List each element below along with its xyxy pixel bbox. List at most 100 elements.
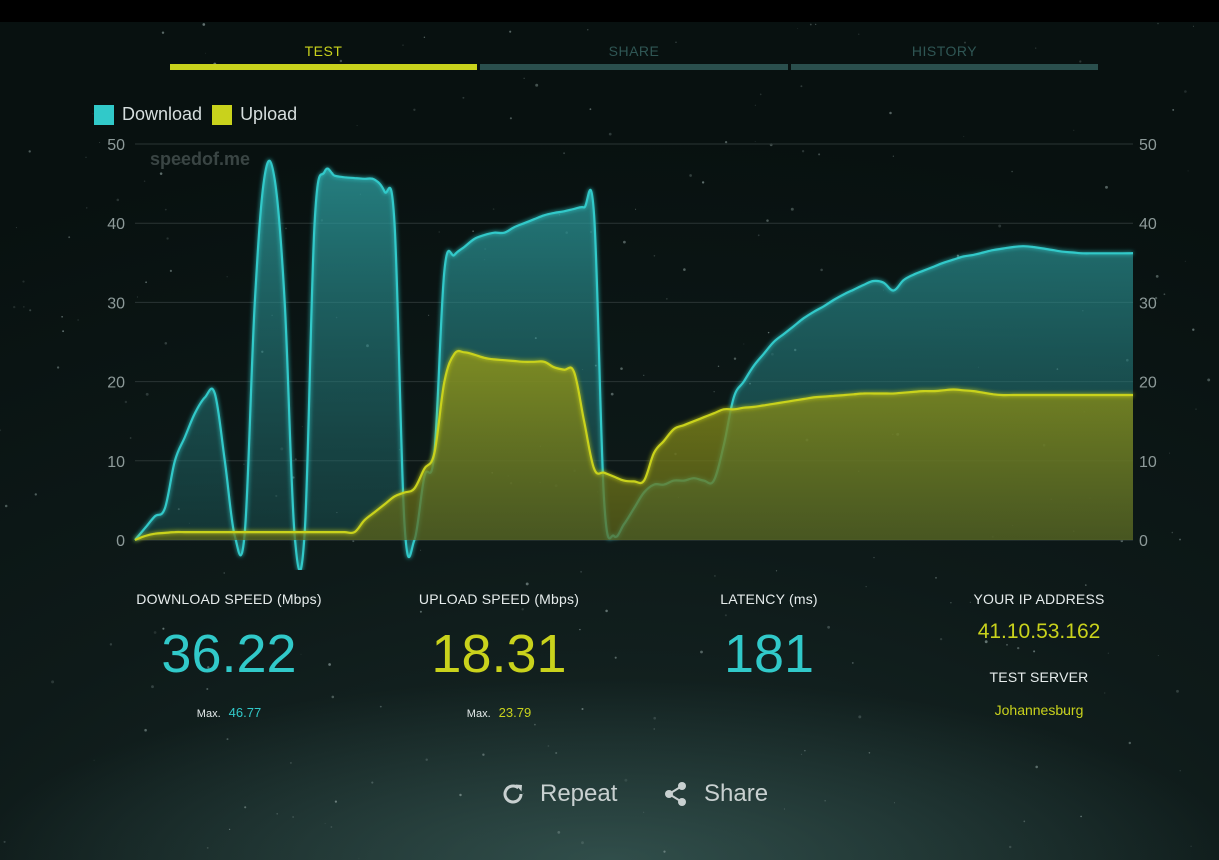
- star: [935, 576, 937, 579]
- star: [51, 680, 55, 684]
- star: [3, 840, 6, 843]
- star: [894, 802, 895, 804]
- star: [858, 715, 862, 719]
- y-tick-label-left: 40: [107, 216, 125, 233]
- download-stat: DOWNLOAD SPEED (Mbps) 36.22 Max. 46.77: [129, 591, 329, 720]
- star: [459, 793, 462, 797]
- star: [223, 572, 225, 574]
- star: [804, 750, 806, 752]
- test-server-value: Johannesburg: [994, 702, 1084, 718]
- star: [653, 716, 657, 720]
- star: [1008, 845, 1012, 849]
- star: [1085, 584, 1087, 586]
- star: [1190, 845, 1192, 847]
- share-button[interactable]: Share: [662, 780, 768, 808]
- download-max: Max. 46.77: [129, 705, 329, 720]
- star: [1128, 741, 1132, 745]
- star: [775, 570, 778, 572]
- star: [244, 806, 247, 809]
- star: [557, 831, 561, 834]
- upload-max-label: Max.: [466, 708, 491, 720]
- star: [624, 778, 628, 782]
- repeat-label: Repeat: [540, 780, 618, 807]
- y-tick-label-left: 0: [116, 533, 125, 550]
- series-areas: [134, 159, 1134, 570]
- download-speed-value: 36.22: [161, 624, 297, 684]
- y-tick-label-right: 10: [1139, 454, 1157, 471]
- star: [324, 823, 326, 824]
- ip-address-value: 41.10.53.162: [977, 620, 1101, 643]
- star: [800, 753, 803, 756]
- star: [783, 808, 785, 810]
- y-tick-label-right: 50: [1139, 137, 1157, 154]
- star: [663, 850, 666, 853]
- star: [109, 643, 113, 646]
- star: [605, 609, 608, 613]
- star: [289, 761, 292, 764]
- upload-speed-value: 18.31: [431, 624, 567, 684]
- y-axis-right: 0 10 20 30 40 50: [1139, 137, 1157, 550]
- share-icon: [665, 782, 686, 806]
- latency-label: LATENCY (ms): [720, 591, 818, 607]
- refresh-icon: [503, 784, 523, 804]
- star: [334, 800, 337, 803]
- y-axis-left: 0 10 20 30 40 50: [107, 137, 125, 550]
- star: [331, 695, 335, 699]
- star: [1176, 689, 1179, 693]
- star: [93, 759, 95, 761]
- share-label: Share: [704, 780, 769, 807]
- star: [292, 816, 294, 818]
- star: [276, 813, 278, 815]
- star: [1035, 765, 1038, 769]
- y-tick-label-left: 10: [107, 454, 125, 471]
- download-max-label: Max.: [196, 708, 221, 720]
- y-tick-label-right: 20: [1139, 375, 1157, 392]
- star: [643, 811, 645, 813]
- download-max-value: 46.77: [228, 705, 262, 720]
- star: [1157, 655, 1159, 657]
- star: [824, 800, 826, 802]
- star: [580, 570, 583, 573]
- star: [1179, 770, 1181, 772]
- star: [330, 826, 333, 828]
- star: [1080, 815, 1082, 818]
- star: [1023, 820, 1026, 823]
- star: [713, 574, 716, 577]
- star: [868, 752, 871, 754]
- watermark-text: speedof.me: [150, 149, 250, 169]
- test-server-label: TEST SERVER: [989, 669, 1089, 685]
- star: [206, 847, 209, 849]
- latency-stat: LATENCY (ms) 181: [669, 591, 869, 681]
- y-tick-label-right: 40: [1139, 216, 1157, 233]
- star: [555, 751, 558, 755]
- star: [653, 728, 655, 730]
- star: [379, 705, 382, 708]
- star: [228, 828, 231, 831]
- y-tick-label-left: 20: [107, 375, 125, 392]
- star: [534, 723, 536, 726]
- star: [547, 745, 550, 747]
- repeat-button[interactable]: Repeat: [500, 780, 617, 808]
- star: [226, 738, 229, 741]
- upload-stat: UPLOAD SPEED (Mbps) 18.31 Max. 23.79: [399, 591, 599, 720]
- y-tick-label-right: 0: [1139, 533, 1148, 550]
- star: [525, 582, 529, 586]
- download-speed-label: DOWNLOAD SPEED (Mbps): [136, 591, 322, 607]
- latency-value: 181: [723, 624, 815, 684]
- y-tick-label-left: 50: [107, 137, 125, 154]
- y-tick-label-right: 30: [1139, 295, 1157, 312]
- star: [482, 753, 485, 756]
- star: [865, 586, 867, 588]
- star: [425, 758, 428, 761]
- star: [358, 858, 360, 860]
- star: [614, 656, 617, 659]
- upload-max: Max. 23.79: [399, 705, 599, 720]
- upload-speed-label: UPLOAD SPEED (Mbps): [418, 591, 580, 607]
- speed-chart: speedof.me 0 10 20 30 40 50 0 10 20 30 40 50: [107, 137, 1157, 570]
- star: [371, 781, 374, 784]
- upload-max-value: 23.79: [498, 705, 532, 720]
- star: [581, 841, 584, 845]
- star: [144, 728, 147, 732]
- ip-stat: YOUR IP ADDRESS 41.10.53.162 TEST SERVER…: [939, 591, 1139, 718]
- y-tick-label-left: 30: [107, 295, 125, 312]
